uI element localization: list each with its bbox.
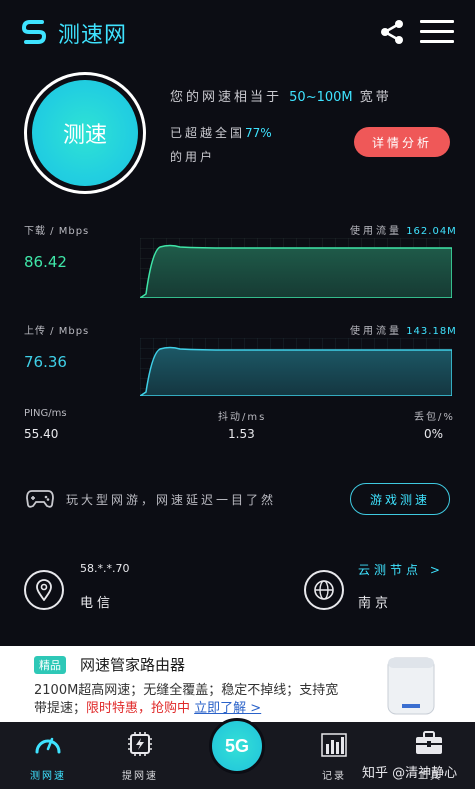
speed-comparison-text: 您的网速相当于 50~100M 宽带 (170, 90, 392, 105)
download-area (140, 244, 452, 298)
detail-analysis-button[interactable]: 详情分析 (354, 127, 450, 157)
start-speedtest-label: 测速 (32, 80, 138, 186)
ping-value: 55.40 (24, 427, 59, 441)
nav-label-speedtest: 测网速 (30, 771, 66, 782)
download-label: 下载 / Mbps (24, 226, 90, 237)
ad-description: 2100M超高网速；无缝全覆盖；稳定不掉线；支持宽 (34, 683, 339, 698)
download-chart (140, 238, 452, 298)
nav-label-boost: 提网速 (122, 771, 158, 782)
app-title: 测速网 (58, 23, 128, 48)
rank-percent: 77% (245, 126, 272, 140)
nav-label-records: 记录 (322, 771, 346, 782)
download-usage: 使用流量 162.04M (350, 226, 457, 237)
speedometer-icon (35, 737, 61, 754)
ad-promo-line: 带提速；限时特惠，抢购中 立即了解 > (34, 701, 262, 716)
start-speedtest-button[interactable]: 测速 (24, 72, 146, 194)
upload-chart (140, 338, 452, 396)
speed-range: 50~100M (289, 90, 353, 105)
gamepad-icon (26, 490, 54, 508)
watermark: 知乎 @清神静心 (362, 766, 458, 781)
game-promo-text: 玩大型网游，网速延迟一目了然 (66, 493, 277, 507)
ip-address: 58.*.*.70 (80, 562, 130, 575)
router-image (387, 657, 435, 715)
upload-usage: 使用流量 143.18M (350, 326, 457, 337)
toolbox-icon (416, 731, 442, 754)
nav-item-records[interactable] (318, 730, 350, 758)
nav-item-tools[interactable] (413, 730, 445, 756)
rank-text: 已超越全国77% (170, 126, 272, 140)
ad-learn-more-link[interactable]: 立即了解 > (194, 701, 261, 716)
bar-chart-icon (321, 733, 347, 757)
game-speedtest-button[interactable]: 游戏测速 (350, 483, 450, 515)
node-city: 南京 (358, 596, 393, 611)
download-speed-value: 86.42 (24, 253, 67, 271)
share-icon[interactable] (378, 18, 406, 46)
upload-label: 上传 / Mbps (24, 326, 90, 337)
upload-area (140, 346, 452, 396)
location-pin-icon (24, 570, 64, 610)
packet-loss-label: 丢包/% (414, 412, 455, 423)
jitter-label: 抖动/ms (218, 412, 267, 423)
nav-item-speedtest[interactable] (30, 730, 66, 758)
5g-button[interactable]: 5G (209, 718, 265, 774)
ad-tag: 精品 (34, 656, 66, 674)
jitter-value: 1.53 (228, 427, 255, 441)
ad-title: 网速管家路由器 (80, 656, 186, 674)
chip-lightning-icon (128, 732, 152, 756)
menu-icon[interactable] (420, 20, 454, 44)
nav-item-boost[interactable] (124, 730, 156, 758)
rank-suffix: 的用户 (170, 150, 216, 164)
packet-loss-value: 0% (424, 427, 444, 441)
logo-icon (21, 20, 47, 44)
globe-icon (304, 570, 344, 610)
isp-name: 电信 (80, 596, 115, 611)
upload-speed-value: 76.36 (24, 353, 67, 371)
test-node-link[interactable]: 云测节点 > (358, 561, 444, 578)
ping-label: PING/ms (24, 408, 67, 419)
